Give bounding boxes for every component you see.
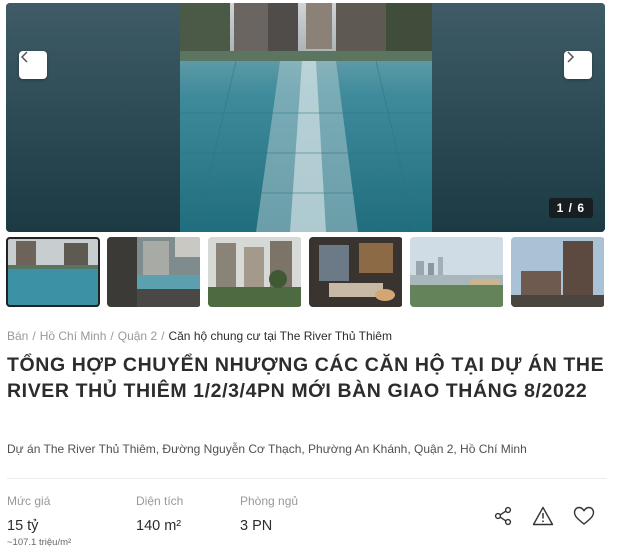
- bedrooms-stat: Phòng ngủ 3 PN: [240, 494, 298, 534]
- price-label: Mức giá: [7, 494, 51, 508]
- breadcrumb-item-city[interactable]: Hồ Chí Minh: [40, 329, 107, 343]
- next-photo-button[interactable]: [564, 51, 592, 79]
- save-favorite-button[interactable]: [572, 504, 596, 528]
- breadcrumb-current: Căn hộ chung cư tại The River Thủ Thiêm: [168, 329, 392, 343]
- photo-counter: 1 / 6: [548, 198, 593, 218]
- bedrooms-value: 3 PN: [240, 518, 273, 534]
- thumbnail-pool-deck[interactable]: [107, 237, 201, 307]
- heart-icon: [573, 506, 595, 525]
- chevron-right-icon: [567, 51, 575, 63]
- breadcrumb-separator: /: [110, 329, 114, 343]
- thumbnail-strip: [6, 237, 605, 307]
- main-photo-gallery[interactable]: 1 / 6: [6, 3, 605, 232]
- thumbnail-towers-garden[interactable]: [208, 237, 302, 307]
- share-button[interactable]: [491, 504, 515, 528]
- thumbnail-living-room[interactable]: [309, 237, 403, 307]
- price-stat: Mức giá 15 tỷ ~107.1 triệu/m²: [7, 494, 71, 548]
- area-label: Diện tích: [136, 494, 184, 508]
- pool-photo: [6, 3, 605, 232]
- breadcrumb-separator: /: [161, 329, 165, 343]
- breadcrumb: Bán / Hồ Chí Minh / Quận 2/Căn hộ chung cư t…: [7, 329, 392, 343]
- warning-icon: [532, 506, 554, 526]
- breadcrumb-separator: /: [32, 329, 36, 343]
- price-value: 15 tỷ: [7, 518, 39, 534]
- thumbnail-river-view[interactable]: [410, 237, 504, 307]
- listing-title: TỔNG HỢP CHUYỂN NHƯỢNG CÁC CĂN HỘ TẠI DỰ…: [7, 354, 605, 402]
- thumbnail-tower-exterior[interactable]: [511, 237, 605, 307]
- breadcrumb-item-district[interactable]: Quận 2: [118, 329, 157, 343]
- bedrooms-label: Phòng ngủ: [240, 494, 299, 508]
- previous-photo-button[interactable]: [19, 51, 47, 79]
- chevron-left-icon: [20, 51, 28, 63]
- breadcrumb-item-ban[interactable]: Bán: [7, 329, 28, 343]
- area-value: 140 m²: [136, 518, 182, 534]
- area-stat: Diện tích 140 m²: [136, 494, 183, 534]
- price-per-m2: ~107.1 triệu/m²: [7, 537, 72, 548]
- thumbnail-pool[interactable]: [6, 237, 100, 307]
- divider: [7, 478, 607, 479]
- share-icon: [494, 506, 512, 526]
- listing-address: Dự án The River Thủ Thiêm, Đường Nguyễn …: [7, 442, 527, 456]
- report-button[interactable]: [531, 504, 555, 528]
